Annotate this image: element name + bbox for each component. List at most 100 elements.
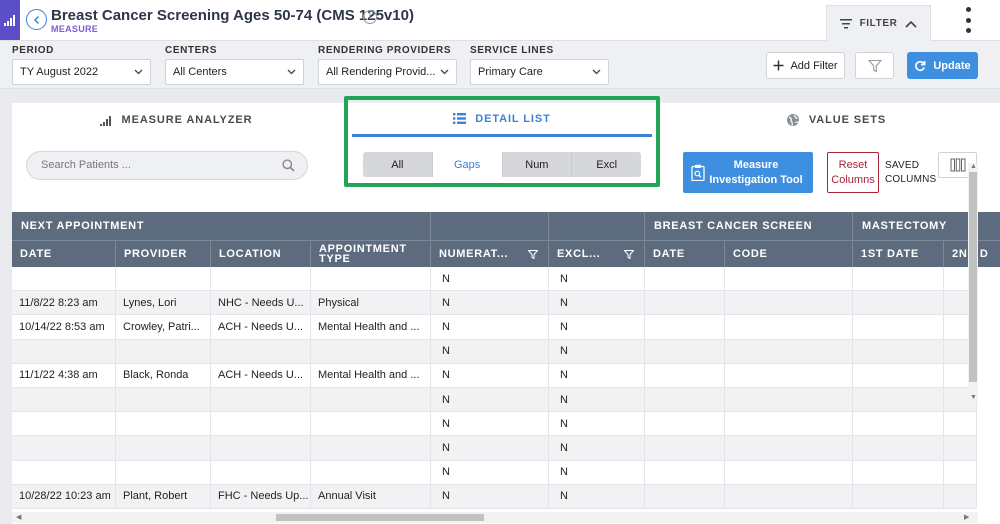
funnel-button[interactable] (855, 52, 894, 79)
cell-screen-code (725, 315, 853, 339)
centers-select[interactable]: All Centers (165, 59, 304, 85)
cell-screen-date (645, 315, 725, 339)
service-lines-select[interactable]: Primary Care (470, 59, 609, 85)
col-exclusion[interactable]: EXCL... (549, 241, 645, 267)
table-row[interactable]: 11/8/22 8:23 am Lynes, Lori NHC - Needs U.… (12, 291, 977, 316)
service-lines-value: Primary Care (478, 66, 543, 78)
cell-location (211, 460, 311, 484)
update-button[interactable]: Update (907, 52, 978, 79)
tab-detail-list[interactable]: DETAIL LIST (352, 103, 652, 137)
tab-value-sets[interactable]: VALUE SETS (672, 103, 1000, 137)
col-screen-date[interactable]: DATE (645, 241, 725, 267)
cell-screen-date (645, 387, 725, 412)
filter-lines-icon (839, 18, 852, 28)
table-row[interactable]: NN (12, 339, 977, 364)
cell-date: 11/1/22 4:38 am (12, 363, 116, 387)
vertical-scrollbar[interactable]: ▲ ▼ (968, 163, 978, 403)
cell-provider (116, 339, 211, 363)
horizontal-scrollbar[interactable]: ◀ ▶ (12, 512, 978, 523)
add-filter-button[interactable]: Add Filter (766, 52, 845, 79)
reset-columns-button[interactable]: Reset Columns (827, 152, 879, 193)
cell-location: ACH - Needs U... (211, 363, 311, 387)
providers-value: All Rendering Provid... (326, 66, 436, 78)
col-provider[interactable]: PROVIDER (116, 241, 211, 267)
funnel-icon (867, 59, 882, 72)
scroll-right-icon[interactable]: ▶ (964, 514, 969, 522)
segment-gaps[interactable]: Gaps (432, 152, 503, 177)
globe-icon (786, 114, 799, 126)
providers-label: RENDERING PROVIDERS (318, 45, 452, 56)
cell-mastectomy-1st-date (853, 315, 944, 339)
scroll-up-icon[interactable]: ▲ (970, 163, 977, 171)
table-row[interactable]: 10/14/22 8:53 am Crowley, Patri... ACH - N… (12, 315, 977, 340)
back-button[interactable] (26, 9, 47, 30)
horizontal-scroll-thumb[interactable] (276, 514, 484, 521)
cell-appointment-type (311, 412, 431, 436)
chevron-left-icon (33, 15, 39, 24)
cell-appointment-type: Mental Health and ... (311, 315, 431, 339)
saved-label-line1: SAVED (885, 160, 920, 171)
app-logo[interactable] (0, 0, 20, 40)
filter-toggle-button[interactable]: FILTER (826, 5, 931, 41)
col-exclusion-label: EXCL... (557, 248, 601, 260)
cell-screen-date (645, 436, 725, 460)
cell-numerator: N (431, 291, 549, 315)
cell-location (211, 387, 311, 412)
bar-chart-icon (4, 15, 15, 26)
table-row[interactable]: 11/1/22 4:38 am Black, Ronda ACH - Needs U… (12, 363, 977, 388)
col-appointment-type[interactable]: APPOINTMENT TYPE (311, 241, 431, 267)
cell-numerator: N (431, 267, 549, 291)
table-row[interactable]: 10/28/22 10:23 am Plant, Robert FHC - Need… (12, 484, 977, 509)
more-options-button[interactable] (960, 7, 976, 33)
search-input[interactable]: Search Patients ... (26, 151, 308, 180)
period-label: PERIOD (12, 45, 54, 56)
table-row[interactable]: NN (12, 412, 977, 437)
cell-appointment-type: Mental Health and ... (311, 363, 431, 387)
col-location[interactable]: LOCATION (211, 241, 311, 267)
mit-label: Measure Investigation Tool (705, 158, 813, 188)
signal-bars-icon (99, 115, 111, 126)
table-row[interactable]: NN (12, 460, 977, 485)
cell-numerator: N (431, 387, 549, 412)
cell-exclusion: N (549, 436, 645, 460)
cell-mastectomy-2nd-date (944, 460, 977, 484)
providers-select[interactable]: All Rendering Provid... (318, 59, 457, 85)
col-date[interactable]: DATE (12, 241, 116, 267)
scroll-down-icon[interactable]: ▼ (970, 394, 977, 402)
cell-mastectomy-1st-date (853, 339, 944, 363)
segment-all[interactable]: All (363, 152, 433, 177)
table-row[interactable]: NN (12, 436, 977, 461)
cell-provider: Black, Ronda (116, 363, 211, 387)
tab-bar: MEASURE ANALYZER DETAIL LIST VALUE SETS (12, 103, 1000, 137)
filter-icon[interactable] (624, 250, 634, 259)
period-select[interactable]: TY August 2022 (12, 59, 151, 85)
cell-screen-code (725, 339, 853, 363)
col-mastectomy-1st-date[interactable]: 1ST DATE (853, 241, 944, 267)
search-placeholder: Search Patients ... (41, 159, 131, 171)
cell-numerator: N (431, 363, 549, 387)
table-row[interactable]: NN (12, 387, 977, 413)
cell-provider (116, 387, 211, 412)
cell-provider (116, 412, 211, 436)
scroll-left-icon[interactable]: ◀ (16, 514, 21, 522)
cell-numerator: N (431, 436, 549, 460)
group-header-row: NEXT APPOINTMENT BREAST CANCER SCREEN MA… (12, 212, 1000, 240)
reset-label-line1: Reset (838, 159, 868, 171)
measure-investigation-tool-button[interactable]: Measure Investigation Tool (683, 152, 813, 193)
table-row[interactable]: NN (12, 267, 977, 292)
cell-mastectomy-1st-date (853, 267, 944, 291)
vertical-scroll-thumb[interactable] (969, 172, 977, 382)
saved-columns-label[interactable]: SAVED COLUMNS (885, 159, 936, 187)
col-screen-code[interactable]: CODE (725, 241, 853, 267)
chevron-down-icon (440, 69, 449, 75)
cell-date: 10/14/22 8:53 am (12, 315, 116, 339)
tab-measure-analyzer[interactable]: MEASURE ANALYZER (12, 103, 340, 137)
segment-excl[interactable]: Excl (572, 152, 641, 177)
info-icon[interactable]: i (363, 10, 377, 24)
col-numerator[interactable]: NUMERAT... (431, 241, 549, 267)
cell-provider: Lynes, Lori (116, 291, 211, 315)
cell-numerator: N (431, 412, 549, 436)
filter-icon[interactable] (528, 250, 538, 259)
cell-screen-date (645, 291, 725, 315)
segment-num[interactable]: Num (503, 152, 573, 177)
